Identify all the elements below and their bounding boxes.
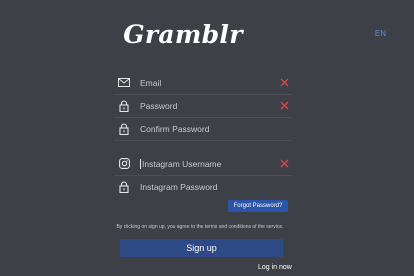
language-switch[interactable]: EN <box>375 29 386 38</box>
lock-icon <box>116 179 132 195</box>
instagram-username-input[interactable]: Instagram Username <box>140 158 277 169</box>
lock-icon <box>116 121 132 137</box>
email-field[interactable]: Email <box>114 71 293 95</box>
confirm-password-field[interactable]: Confirm Password <box>114 117 293 141</box>
terms-text: By clicking on sign up, you agree to the… <box>116 224 284 230</box>
password-field[interactable]: Password <box>114 94 293 118</box>
login-link[interactable]: Log in now <box>258 264 292 271</box>
signup-screen: Gramblr EN Email Password Confirm Passwo… <box>0 0 414 276</box>
password-input[interactable]: Password <box>140 101 277 111</box>
confirm-password-input[interactable]: Confirm Password <box>140 124 293 134</box>
lock-icon <box>116 98 132 114</box>
clear-email-icon[interactable] <box>277 76 291 90</box>
instagram-username-field[interactable]: Instagram Username <box>114 152 293 176</box>
envelope-icon <box>116 75 132 91</box>
forgot-password-button[interactable]: Forgot Password? <box>228 200 288 212</box>
clear-password-icon[interactable] <box>277 99 291 113</box>
instagram-icon <box>116 156 132 172</box>
instagram-password-input[interactable]: Instagram Password <box>140 182 293 192</box>
instagram-password-field[interactable]: Instagram Password <box>114 175 293 198</box>
email-input[interactable]: Email <box>140 78 277 88</box>
signup-button[interactable]: Sign up <box>120 239 283 257</box>
clear-instagram-username-icon[interactable] <box>277 157 291 171</box>
app-logo: Gramblr <box>123 20 243 49</box>
